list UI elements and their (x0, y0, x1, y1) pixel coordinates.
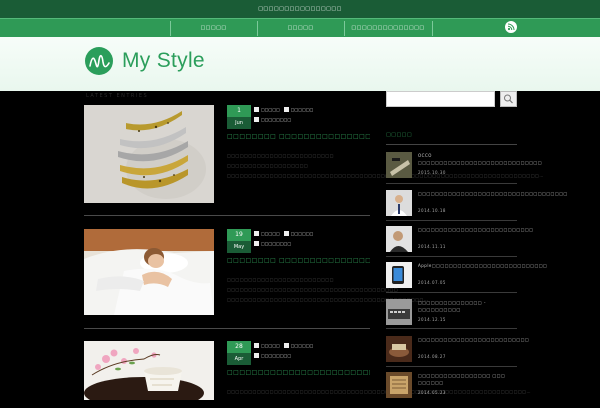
comment-icon (254, 343, 259, 348)
popular-post-thumbnail[interactable] (386, 190, 412, 216)
popular-post-thumbnail[interactable] (386, 299, 412, 325)
post-thumbnail[interactable] (84, 229, 214, 315)
popular-post-date: 2014.07.05 (418, 280, 446, 285)
popular-post-thumbnail[interactable] (386, 336, 412, 362)
post-title[interactable]: □□□□□□□□□□□□□□□□□□□□□□□□□□□□□□ (227, 369, 370, 376)
post-date-month: May (227, 241, 251, 253)
popular-post-title[interactable]: □□□□□□□□□□□□□□□□□ □□□ □□□□□□ (418, 372, 517, 386)
popular-post-date: 2015.10.30 (418, 170, 446, 175)
popular-post-divider (386, 328, 517, 329)
post-date-badge: 19 May (227, 229, 251, 253)
post-date-badge: 1 Jun (227, 105, 251, 129)
post-meta-line: □□□□□ □□□□□□ (254, 343, 313, 349)
post-date-month: Jun (227, 117, 251, 129)
popular-post-title[interactable]: Apple□□□□□□□□□□□□□□□□□□□□□□□□□□□ (418, 262, 547, 269)
search-button[interactable] (500, 91, 517, 107)
popular-post-divider (386, 220, 517, 221)
popular-post-divider (386, 183, 517, 184)
popular-post-date: 2014.08.27 (418, 354, 446, 359)
folder-icon (254, 117, 259, 122)
site-tagline: □□□□□□□□□□□□□□□□ (258, 6, 342, 12)
user-icon (283, 107, 289, 112)
post-thumbnail[interactable] (84, 341, 214, 400)
folder-icon (254, 353, 259, 358)
post-category[interactable]: □□□□□□□□ (261, 241, 291, 246)
post-divider (84, 328, 370, 329)
post-title[interactable]: □□□□□□□□ □□□□□□□□□□□□□□□□□□□ (227, 133, 370, 140)
post-meta-line: □□□□□ □□□□□□ (254, 107, 313, 113)
post-card: 1 Jun □□□□□ □□□□□□ □□□□□□□□ □□□□□□□□ □□□… (84, 105, 543, 203)
post-comments: □□□□□ (261, 231, 280, 236)
logo-mark-icon (85, 47, 113, 75)
post-category-line: □□□□□□□□ (254, 117, 291, 123)
nav-item-1[interactable]: □□□□□ (170, 19, 257, 38)
popular-post-title[interactable]: □□□□□□□□□□□□□□□ - □□□□□□□□□□ (418, 299, 517, 313)
section-label: LATEST ENTRIES (86, 93, 149, 99)
post-author: □□□□□□ (290, 231, 314, 236)
popular-post-title[interactable]: □□□□□□□□□□□□□□□□□□□□□□□□□□ (418, 336, 529, 343)
site-header: My Style (0, 37, 600, 91)
post-comments: □□□□□ (261, 343, 280, 348)
popular-post-divider (386, 256, 517, 257)
popular-post-title[interactable]: □□□□□□□□□□□□□□□□□□□□□□□□□□□ (418, 226, 533, 233)
post-excerpt: □□□□□□□□□□□□□□□□□□□□□□□□□ □□□□□□□□□□□□□□… (227, 153, 543, 178)
popular-posts-heading: □□□□□ (386, 132, 413, 138)
post-date-badge: 28 Apr (227, 341, 251, 365)
nav-item-2[interactable]: □□□□□ (257, 19, 344, 38)
post-divider (84, 215, 370, 216)
post-excerpt: □□□□□□□□□□□□□□□□□□□□□□□□□ □□□□□□□□□□□□□□… (227, 277, 429, 302)
nav-divider (432, 21, 433, 36)
post-card: 19 May □□□□□ □□□□□□ □□□□□□□□ □□□□□□□□ □□… (84, 229, 429, 315)
rss-icon[interactable] (505, 21, 517, 33)
logo-text: My Style (122, 49, 205, 72)
popular-post-thumbnail[interactable] (386, 226, 412, 252)
search-input[interactable] (386, 91, 495, 107)
popular-post-item[interactable]: □□□□□□□□□□□□□□□ - □□□□□□□□□□ 2014.12.15 (386, 299, 517, 335)
popular-post-date: 2014.10.18 (418, 208, 446, 213)
popular-post-date: 2014.05.23 (418, 390, 446, 395)
post-title[interactable]: □□□□□□□□ □□□□□□□□□□□□□□□□ (227, 257, 370, 264)
post-date-day: 19 (227, 229, 251, 241)
main-nav: □□□□□ □□□□□ □□□□□□□□□□□□□□ (0, 18, 600, 37)
post-author: □□□□□□ (290, 343, 314, 348)
post-thumbnail[interactable] (84, 105, 214, 203)
post-date-day: 1 (227, 105, 251, 117)
top-tagline-bar: □□□□□□□□□□□□□□□□ (0, 0, 600, 18)
popular-post-title[interactable]: OCCO □□□□□□□□□□□□□□□□□□□□□□□□□□□□□ (418, 152, 542, 166)
post-card: 28 Apr □□□□□ □□□□□□ □□□□□□□□ □□□□□□□□□□□… (84, 341, 532, 400)
post-category[interactable]: □□□□□□□□ (261, 117, 291, 122)
popular-post-title[interactable]: □□□□□□□□□□□□□□□□□□□□□□□□□□□□□□□□□□□ (418, 190, 567, 197)
popular-post-thumbnail[interactable] (386, 152, 412, 178)
user-icon (283, 343, 289, 348)
nav-item-3[interactable]: □□□□□□□□□□□□□□ (344, 19, 432, 38)
post-category[interactable]: □□□□□□□□ (261, 353, 291, 358)
popular-post-item[interactable]: □□□□□□□□□□□□□□□□□ □□□ □□□□□□ 2014.05.23 (386, 372, 517, 408)
post-date-month: Apr (227, 353, 251, 365)
post-author: □□□□□□ (290, 107, 314, 112)
post-excerpt: □□□□□□□□□□□□□□□□□□□□□□□□□□□□□□□□□□□□□□□□… (227, 389, 532, 394)
post-comments: □□□□□ (261, 107, 280, 112)
popular-post-thumbnail[interactable] (386, 372, 412, 398)
popular-post-divider (386, 366, 517, 367)
post-category-line: □□□□□□□□ (254, 353, 291, 359)
comment-icon (254, 231, 259, 236)
popular-post-thumbnail[interactable] (386, 262, 412, 288)
post-meta-line: □□□□□ □□□□□□ (254, 231, 313, 237)
popular-post-date: 2014.11.11 (418, 244, 446, 249)
post-category-line: □□□□□□□□ (254, 241, 291, 247)
popular-posts-rule (386, 144, 517, 145)
post-date-day: 28 (227, 341, 251, 353)
comment-icon (254, 107, 259, 112)
search-icon (504, 94, 513, 104)
rss-icon-glyph (507, 23, 515, 31)
popular-post-date: 2014.12.15 (418, 317, 446, 322)
user-icon (283, 231, 289, 236)
folder-icon (254, 241, 259, 246)
popular-post-divider (386, 292, 517, 293)
